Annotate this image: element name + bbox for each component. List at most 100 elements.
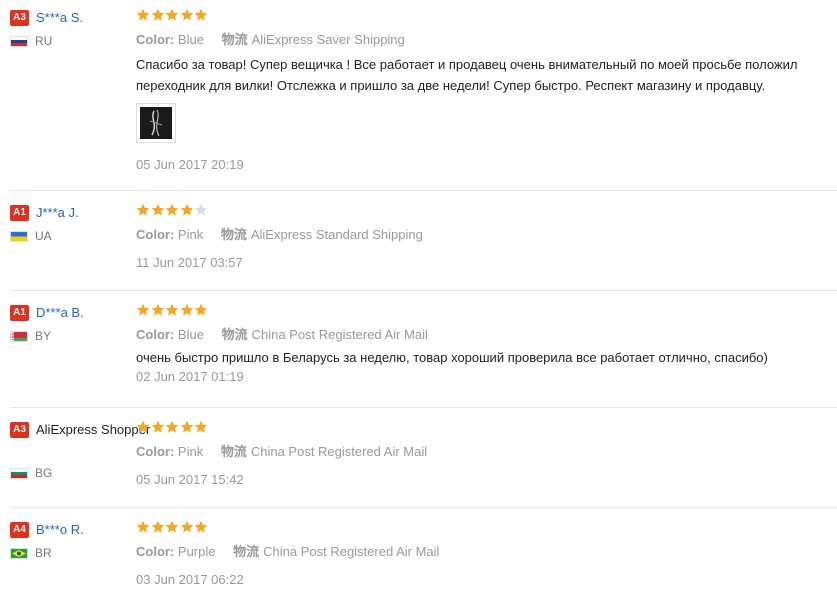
buyer-country: UA	[10, 229, 125, 243]
star-filled-icon	[194, 420, 208, 433]
review-divider	[10, 190, 837, 191]
star-filled-icon	[165, 520, 179, 533]
review-meta: Color: Blue 物流 AliExpress Saver Shipping	[136, 31, 837, 49]
star-rating	[136, 303, 837, 321]
shipping-method: China Post Registered Air Mail	[263, 544, 440, 559]
star-filled-icon	[136, 420, 150, 433]
buyer-name-link[interactable]: B***o R.	[36, 520, 84, 540]
country-code: BR	[35, 546, 52, 560]
star-filled-icon	[194, 8, 208, 21]
buyer-name-link[interactable]: D***a B.	[36, 303, 84, 323]
color-value: Pink	[177, 227, 204, 242]
flag-bg-icon	[10, 467, 28, 479]
shipping-icon: 物流	[220, 227, 247, 242]
buyer-country: RU	[10, 34, 125, 48]
country-code: BY	[35, 329, 52, 343]
buyer-level-badge: A1	[10, 205, 29, 221]
buyer-name-link[interactable]: S***a S.	[36, 8, 83, 28]
country-code: RU	[35, 34, 53, 48]
review-content: Color: Blue 物流 AliExpress Saver Shipping …	[136, 8, 837, 172]
shipping-method: China Post Registered Air Mail	[250, 444, 428, 459]
review-divider	[10, 507, 837, 508]
review-date: 02 Jun 2017 01:19	[136, 369, 244, 384]
star-filled-icon	[136, 520, 150, 533]
star-filled-icon	[180, 8, 193, 21]
color-label: Color:	[136, 32, 175, 47]
star-filled-icon	[165, 203, 179, 216]
review-photo-thumbnail[interactable]	[136, 103, 176, 143]
review-text: очень быстро пришло в Беларусь за неделю…	[136, 350, 768, 365]
flag-by-icon	[10, 330, 28, 342]
review-content: Color: Pink 物流 China Post Registered Air …	[136, 420, 837, 487]
review-date: 03 Jun 2017 06:22	[136, 572, 244, 587]
star-filled-icon	[194, 303, 208, 316]
buyer-info: A1 J***a J. UA	[10, 203, 125, 243]
shipping-icon: 物流	[221, 32, 248, 47]
color-value: Blue	[177, 32, 204, 47]
review-content: Color: Purple 物流 China Post Registered Ai…	[136, 520, 837, 587]
buyer-country: BR	[10, 546, 125, 560]
review-divider	[10, 407, 837, 408]
review-meta: Color: Purple 物流 China Post Registered Ai…	[136, 543, 837, 561]
buyer-level-badge: A3	[10, 10, 29, 26]
shipping-method: AliExpress Standard Shipping	[250, 227, 423, 242]
color-label: Color:	[136, 544, 175, 559]
flag-br-icon	[10, 547, 28, 559]
buyer-country: BY	[10, 329, 125, 343]
star-filled-icon	[151, 203, 164, 216]
shipping-icon: 物流	[220, 444, 247, 459]
star-filled-icon	[136, 303, 150, 316]
review-date: 05 Jun 2017 15:42	[136, 472, 244, 487]
country-code: BG	[35, 466, 53, 480]
star-rating	[136, 8, 837, 26]
star-filled-icon	[180, 420, 193, 433]
star-filled-icon	[151, 420, 164, 433]
color-label: Color:	[136, 444, 175, 459]
review-date: 11 Jun 2017 03:57	[136, 255, 243, 270]
star-filled-icon	[180, 303, 193, 316]
review-divider	[10, 290, 837, 291]
star-empty-icon	[194, 203, 208, 216]
review-meta: Color: Blue 物流 China Post Registered Air …	[136, 326, 837, 344]
buyer-level-badge: A1	[10, 305, 29, 321]
color-label: Color:	[136, 227, 175, 242]
star-filled-icon	[180, 520, 193, 533]
review-text: Спасибо за товар! Супер вещичка ! Все ра…	[136, 57, 798, 93]
buyer-name: AliExpress Shopper	[36, 422, 151, 437]
buyer-level-badge: A3	[10, 422, 29, 438]
star-filled-icon	[151, 8, 164, 21]
review-content: Color: Blue 物流 China Post Registered Air …	[136, 303, 837, 384]
star-filled-icon	[151, 303, 164, 316]
star-rating	[136, 420, 837, 438]
review-content: Color: Pink 物流 AliExpress Standard Shippi…	[136, 203, 837, 270]
buyer-country: BG	[10, 466, 125, 480]
country-code: UA	[35, 229, 52, 243]
star-filled-icon	[151, 520, 164, 533]
review-meta: Color: Pink 物流 China Post Registered Air …	[136, 443, 837, 461]
buyer-name-link[interactable]: J***a J.	[36, 203, 79, 223]
review-date: 05 Jun 2017 20:19	[136, 157, 244, 172]
shipping-method: AliExpress Saver Shipping	[251, 32, 405, 47]
color-value: Pink	[177, 444, 204, 459]
buyer-level-badge: A4	[10, 522, 29, 538]
flag-ua-icon	[10, 230, 28, 242]
color-value: Purple	[177, 544, 216, 559]
shipping-icon: 物流	[221, 327, 248, 342]
shipping-icon: 物流	[233, 544, 260, 559]
star-rating	[136, 203, 837, 221]
shipping-method: China Post Registered Air Mail	[251, 327, 428, 342]
color-label: Color:	[136, 327, 175, 342]
star-filled-icon	[136, 203, 150, 216]
color-value: Blue	[177, 327, 204, 342]
buyer-info: A4 B***o R. BR	[10, 520, 125, 560]
star-filled-icon	[136, 8, 150, 21]
flag-ru-icon	[10, 35, 28, 47]
star-filled-icon	[165, 420, 179, 433]
star-filled-icon	[194, 520, 208, 533]
star-filled-icon	[165, 8, 179, 21]
star-filled-icon	[180, 203, 193, 216]
buyer-info: A3 AliExpress Shopper BG	[10, 420, 150, 480]
star-filled-icon	[165, 303, 179, 316]
star-rating	[136, 520, 837, 538]
review-meta: Color: Pink 物流 AliExpress Standard Shippi…	[136, 226, 837, 244]
